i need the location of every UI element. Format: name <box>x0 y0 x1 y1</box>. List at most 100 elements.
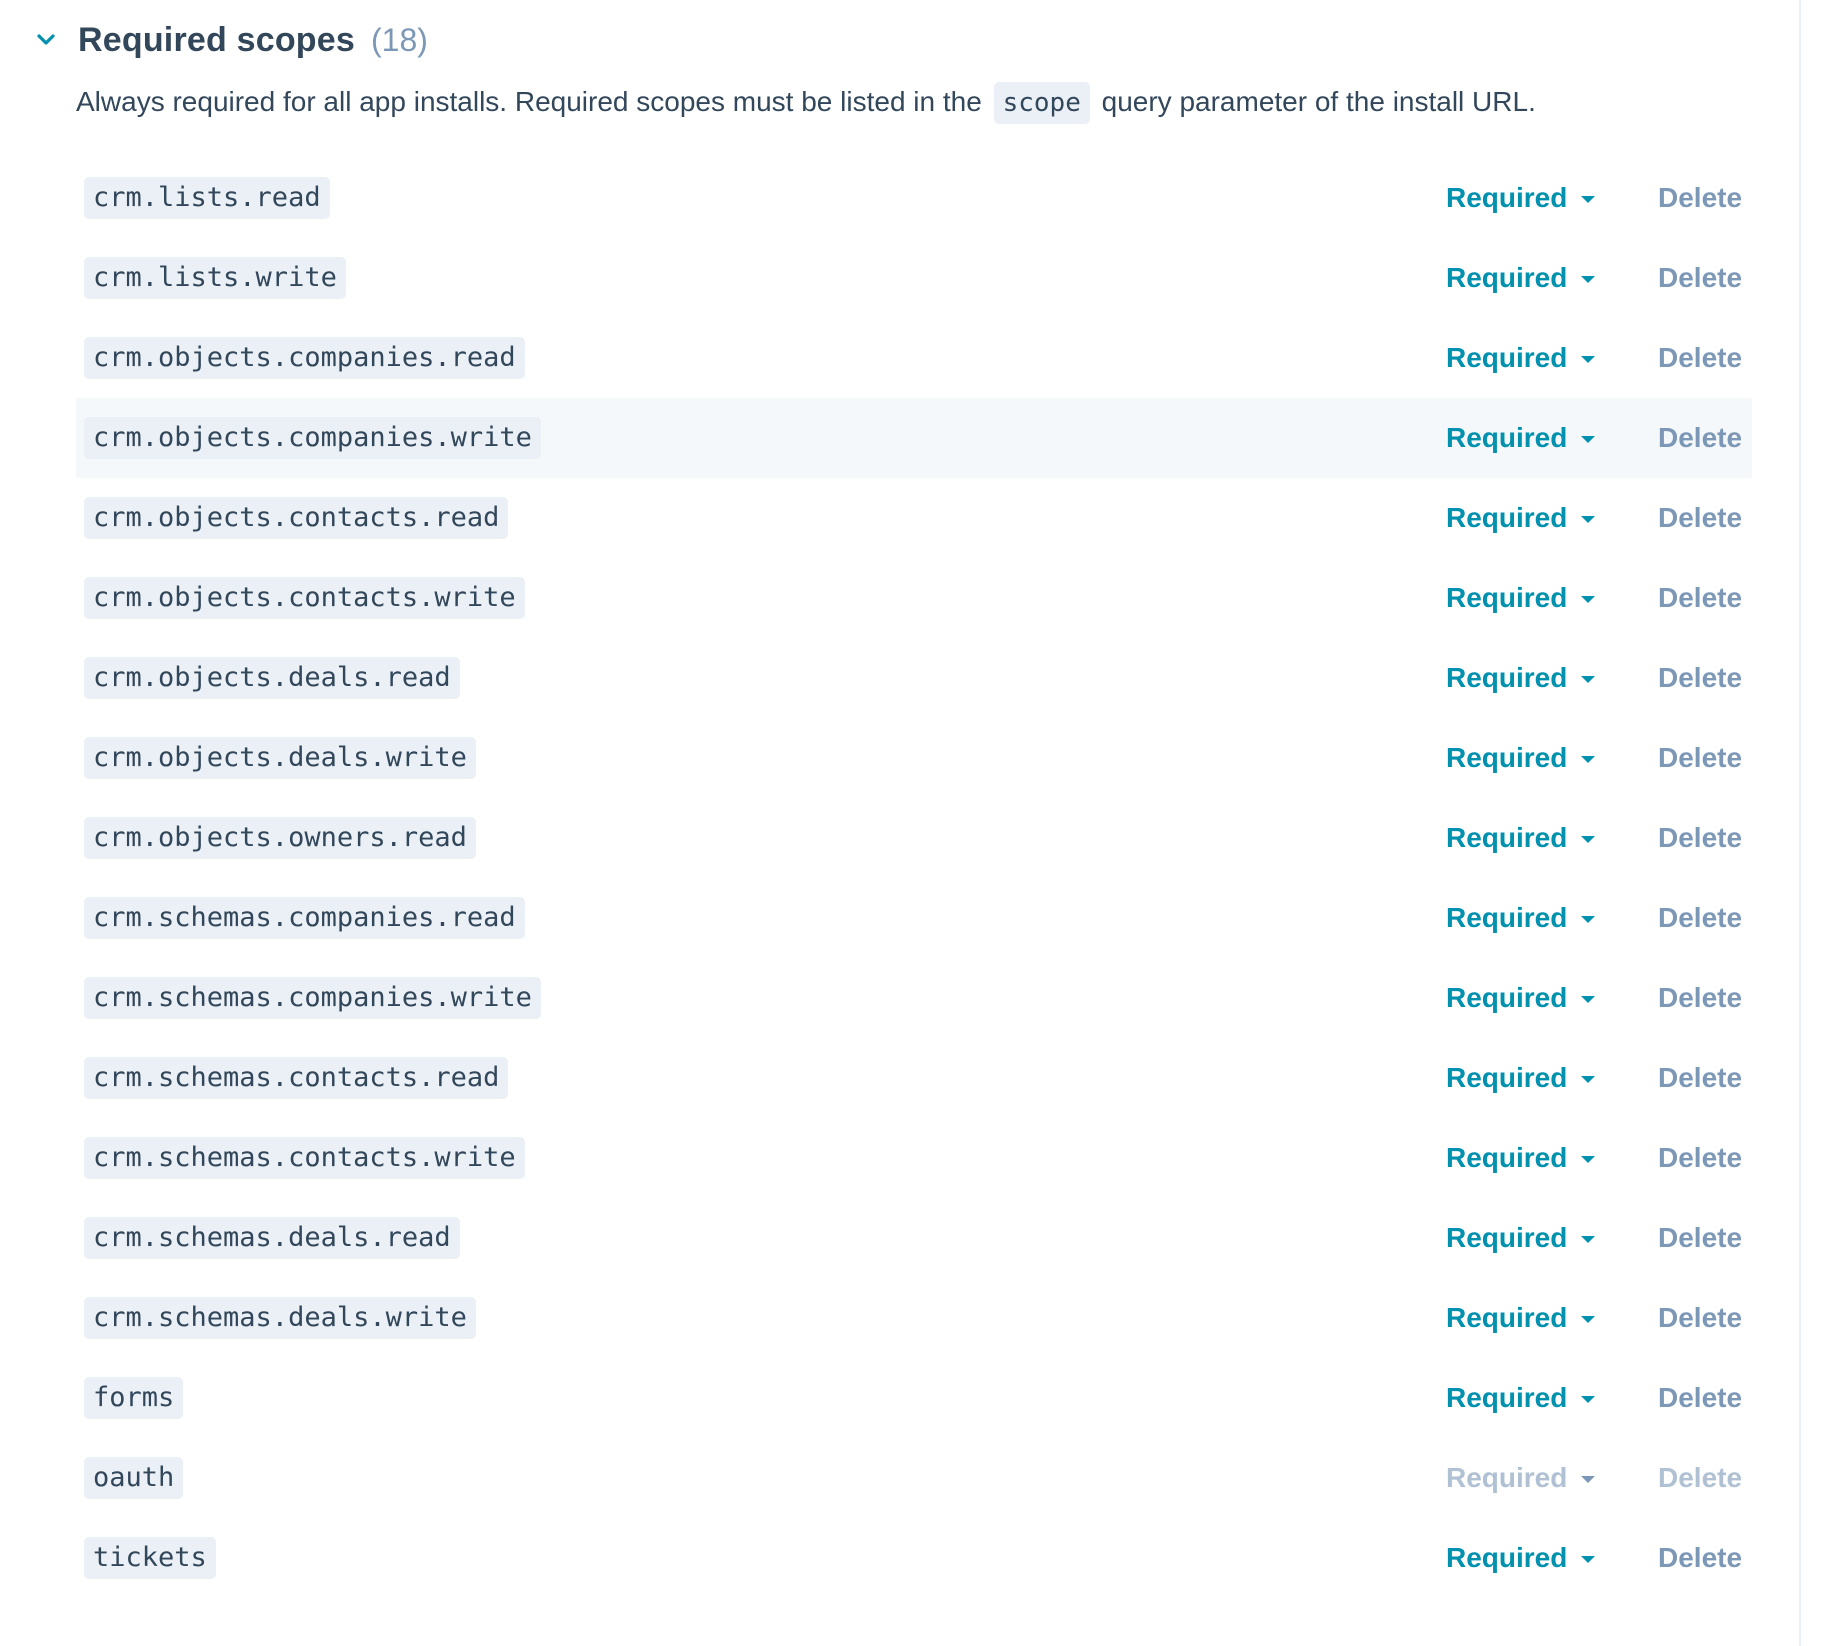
description-text-end: query parameter of the install URL. <box>1101 86 1536 117</box>
page: Required scopes (18) Always required for… <box>0 0 1838 1646</box>
delete-button[interactable]: Delete <box>1658 902 1742 934</box>
section-header: Required scopes (18) <box>34 14 428 66</box>
required-dropdown[interactable]: Required <box>1446 182 1596 214</box>
scope-row: forms Required Delete <box>76 1358 1752 1438</box>
scope-row: crm.objects.deals.write Required Delete <box>76 718 1752 798</box>
delete-button[interactable]: Delete <box>1658 422 1742 454</box>
delete-button[interactable]: Delete <box>1658 1222 1742 1254</box>
delete-button[interactable]: Delete <box>1658 742 1742 774</box>
scope-row: crm.schemas.companies.read Required Delete <box>76 878 1752 958</box>
caret-down-icon <box>1581 835 1596 843</box>
required-dropdown[interactable]: Required <box>1446 742 1596 774</box>
required-dropdown-label: Required <box>1446 182 1568 213</box>
required-dropdown[interactable]: Required <box>1446 1302 1596 1334</box>
required-dropdown-label: Required <box>1446 742 1568 773</box>
chevron-down-icon[interactable] <box>34 28 58 52</box>
scope-row: crm.objects.contacts.read Required Delete <box>76 478 1752 558</box>
required-dropdown[interactable]: Required <box>1446 1222 1596 1254</box>
caret-down-icon <box>1581 1075 1596 1083</box>
section-title[interactable]: Required scopes <box>78 21 355 60</box>
required-dropdown[interactable]: Required <box>1446 1382 1596 1414</box>
delete-button[interactable]: Delete <box>1658 822 1742 854</box>
caret-down-icon <box>1581 1315 1596 1323</box>
required-dropdown-label: Required <box>1446 1542 1568 1573</box>
scope-name: crm.objects.owners.read <box>84 817 476 859</box>
caret-down-icon <box>1581 595 1596 603</box>
required-dropdown[interactable]: Required <box>1446 422 1596 454</box>
delete-button[interactable]: Delete <box>1658 182 1742 214</box>
scope-name: crm.objects.companies.read <box>84 337 525 379</box>
scope-name: crm.schemas.contacts.read <box>84 1057 509 1099</box>
caret-down-icon <box>1581 355 1596 363</box>
required-dropdown[interactable]: Required <box>1446 1142 1596 1174</box>
caret-down-icon <box>1581 435 1596 443</box>
delete-button[interactable]: Delete <box>1658 1142 1742 1174</box>
scope-row: crm.objects.owners.read Required Delete <box>76 798 1752 878</box>
caret-down-icon <box>1581 1155 1596 1163</box>
required-dropdown-label: Required <box>1446 982 1568 1013</box>
scope-row: crm.lists.read Required Delete <box>76 158 1752 238</box>
scope-count: (18) <box>370 21 428 58</box>
required-dropdown-label: Required <box>1446 582 1568 613</box>
delete-button[interactable]: Delete <box>1658 1062 1742 1094</box>
scope-name: crm.schemas.companies.write <box>84 977 541 1019</box>
scope-name: crm.lists.write <box>84 257 346 299</box>
caret-down-icon <box>1581 1555 1596 1563</box>
scope-row: crm.objects.deals.read Required Delete <box>76 638 1752 718</box>
required-dropdown[interactable]: Required <box>1446 662 1596 694</box>
caret-down-icon <box>1581 755 1596 763</box>
required-dropdown[interactable]: Required <box>1446 262 1596 294</box>
delete-button[interactable]: Delete <box>1658 502 1742 534</box>
scope-param-code: scope <box>993 82 1090 124</box>
required-dropdown-label: Required <box>1446 1302 1568 1333</box>
scope-row: crm.schemas.deals.read Required Delete <box>76 1198 1752 1278</box>
scope-row: crm.schemas.companies.write Required Delet… <box>76 958 1752 1038</box>
required-dropdown-label: Required <box>1446 342 1568 373</box>
scope-row: crm.schemas.deals.write Required Delete <box>76 1278 1752 1358</box>
section-description: Always required for all app installs. Re… <box>76 78 1536 127</box>
scope-name: oauth <box>84 1457 184 1499</box>
scope-name: crm.schemas.deals.read <box>84 1217 460 1259</box>
description-text: Always required for all app installs. Re… <box>76 86 982 117</box>
caret-down-icon <box>1581 195 1596 203</box>
delete-button[interactable]: Delete <box>1658 1382 1742 1414</box>
scope-name: forms <box>84 1377 184 1419</box>
caret-down-icon <box>1581 915 1596 923</box>
scope-row: crm.objects.contacts.write Required Delete <box>76 558 1752 638</box>
delete-button[interactable]: Delete <box>1658 582 1742 614</box>
required-dropdown-label: Required <box>1446 1062 1568 1093</box>
delete-button[interactable]: Delete <box>1658 342 1742 374</box>
scope-name: crm.objects.deals.write <box>84 737 476 779</box>
caret-down-icon <box>1581 675 1596 683</box>
caret-down-icon <box>1581 515 1596 523</box>
scope-name: crm.objects.companies.write <box>84 417 541 459</box>
required-dropdown[interactable]: Required <box>1446 902 1596 934</box>
scope-row: tickets Required Delete <box>76 1518 1752 1598</box>
scope-name: crm.objects.contacts.read <box>84 497 509 539</box>
required-dropdown[interactable]: Required <box>1446 982 1596 1014</box>
scope-name: crm.schemas.companies.read <box>84 897 525 939</box>
delete-button[interactable]: Delete <box>1658 1302 1742 1334</box>
required-dropdown[interactable]: Required <box>1446 582 1596 614</box>
required-dropdown[interactable]: Required <box>1446 822 1596 854</box>
required-dropdown: Required <box>1446 1462 1596 1494</box>
scope-list: crm.lists.read Required Delete crm.lists.wr… <box>76 158 1752 1598</box>
delete-button[interactable]: Delete <box>1658 262 1742 294</box>
scope-name: crm.objects.contacts.write <box>84 577 525 619</box>
required-dropdown-label: Required <box>1446 1462 1568 1493</box>
required-dropdown[interactable]: Required <box>1446 342 1596 374</box>
caret-down-icon <box>1581 1395 1596 1403</box>
required-dropdown[interactable]: Required <box>1446 1062 1596 1094</box>
delete-button[interactable]: Delete <box>1658 662 1742 694</box>
delete-button[interactable]: Delete <box>1658 1542 1742 1574</box>
required-dropdown[interactable]: Required <box>1446 1542 1596 1574</box>
required-dropdown-label: Required <box>1446 1222 1568 1253</box>
caret-down-icon <box>1581 995 1596 1003</box>
scope-row: crm.lists.write Required Delete <box>76 238 1752 318</box>
scope-row: crm.schemas.contacts.write Required Delete <box>76 1118 1752 1198</box>
caret-down-icon <box>1581 275 1596 283</box>
caret-down-icon <box>1581 1235 1596 1243</box>
delete-button: Delete <box>1658 1462 1743 1493</box>
delete-button[interactable]: Delete <box>1658 982 1742 1014</box>
required-dropdown[interactable]: Required <box>1446 502 1596 534</box>
